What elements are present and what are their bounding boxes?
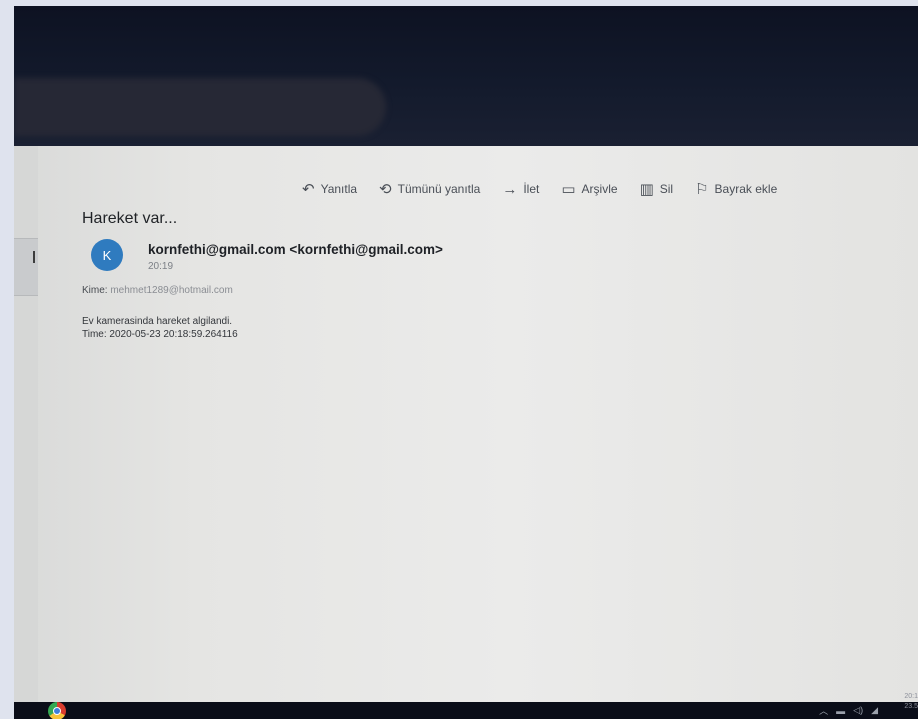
flag-icon: ⚐	[695, 180, 709, 198]
delete-label: Sil	[659, 182, 674, 196]
reply-icon: ↶	[302, 180, 315, 198]
blurred-search-bar	[14, 78, 386, 136]
selection-marker	[33, 251, 35, 263]
chevron-up-icon[interactable]: ︿	[819, 704, 828, 717]
archive-label: Arşivle	[581, 182, 618, 196]
reply-button[interactable]: ↶ Yanıtla	[302, 182, 357, 197]
forward-button[interactable]: → İlet	[502, 182, 539, 197]
flag-label: Bayrak ekle	[714, 182, 778, 196]
archive-button[interactable]: ▭ Arşivle	[561, 182, 617, 197]
message-toolbar: ↶ Yanıtla ⟲ Tümünü yanıtla → İlet ▭ Arşi…	[302, 176, 799, 202]
to-label: Kime:	[82, 285, 108, 296]
sender-address[interactable]: kornfethi@gmail.com <kornfethi@gmail.com…	[148, 242, 443, 257]
message-body: Ev kamerasinda hareket algilandi. Time: …	[82, 315, 238, 341]
taskbar-clock[interactable]: 20:1 23.5	[904, 692, 918, 712]
clock-time: 20:1	[904, 693, 918, 700]
forward-label: İlet	[523, 182, 540, 196]
chrome-icon[interactable]	[48, 702, 66, 719]
selected-message-indicator[interactable]	[14, 238, 38, 296]
body-line-1: Ev kamerasinda hareket algilandi.	[82, 316, 233, 327]
network-icon[interactable]: ◢	[871, 705, 878, 716]
delete-button[interactable]: ▥ Sil	[640, 182, 674, 197]
mail-reading-pane: ↶ Yanıtla ⟲ Tümünü yanıtla → İlet ▭ Arşi…	[14, 146, 918, 702]
reply-label: Yanıtla	[320, 182, 358, 196]
windows-taskbar: ︿ ▬ ◁) ◢ 20:1 23.5	[14, 693, 918, 719]
reply-all-label: Tümünü yanıtla	[397, 182, 481, 196]
avatar-initial: K	[102, 247, 112, 263]
battery-icon[interactable]: ▬	[836, 706, 845, 716]
flag-button[interactable]: ⚐ Bayrak ekle	[695, 182, 777, 197]
body-line-2: Time: 2020-05-23 20:18:59.264116	[82, 329, 238, 340]
left-message-list-edge	[14, 146, 38, 702]
reply-all-button[interactable]: ⟲ Tümünü yanıtla	[379, 182, 480, 197]
message-time: 20:19	[148, 261, 174, 272]
to-address[interactable]: mehmet1289@hotmail.com	[110, 285, 232, 296]
archive-icon: ▭	[561, 180, 576, 198]
forward-icon: →	[502, 180, 518, 198]
photo-frame: ↶ Yanıtla ⟲ Tümünü yanıtla → İlet ▭ Arşi…	[14, 6, 918, 719]
recipients-line: Kime: mehmet1289@hotmail.com	[82, 285, 233, 296]
system-tray: ︿ ▬ ◁) ◢	[819, 704, 878, 717]
trash-icon: ▥	[639, 180, 654, 198]
clock-date: 23.5	[904, 703, 918, 710]
sender-avatar[interactable]: K	[91, 239, 123, 271]
message-subject: Hareket var...	[82, 210, 178, 227]
reply-all-icon: ⟲	[379, 180, 392, 198]
speaker-icon[interactable]: ◁)	[853, 705, 863, 716]
